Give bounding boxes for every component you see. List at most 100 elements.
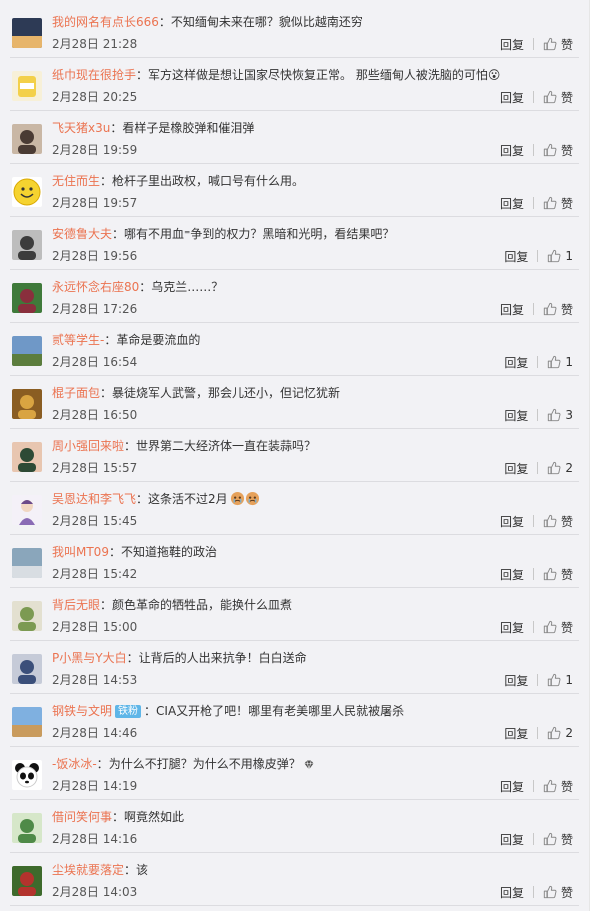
comment-username[interactable]: 纸巾现在很抢手 <box>52 68 136 82</box>
avatar-girl[interactable] <box>12 442 42 472</box>
like-button[interactable]: 赞 <box>543 619 573 636</box>
like-button[interactable]: 赞 <box>543 89 573 106</box>
comment-actions: 回复 赞 <box>500 778 573 794</box>
like-button[interactable]: 赞 <box>543 513 573 530</box>
reply-button[interactable]: 回复 <box>504 460 528 477</box>
reply-button[interactable]: 回复 <box>504 407 528 424</box>
like-button[interactable]: 2 <box>547 461 573 475</box>
comment-content: 纸巾现在很抢手：军方这样做是想让国家尽快恢复正常。 那些缅甸人被洗脑的可怕😮 <box>52 67 500 83</box>
comment-time: 2月28日 14:16 <box>52 832 138 846</box>
like-button[interactable]: 赞 <box>543 301 573 318</box>
avatar-smiley[interactable] <box>12 177 42 207</box>
comment-username[interactable]: 背后无眼 <box>52 598 100 612</box>
reply-button[interactable]: 回复 <box>504 354 528 371</box>
like-button[interactable]: 3 <box>547 408 573 422</box>
avatar-portrait[interactable] <box>12 124 42 154</box>
comment-colon: ： <box>100 174 113 188</box>
comment-username[interactable]: 棍子面包 <box>52 386 100 400</box>
like-button[interactable]: 1 <box>547 249 573 263</box>
comment-text: 啊竟然如此 <box>124 810 185 824</box>
reply-button[interactable]: 回复 <box>500 89 524 106</box>
avatar-sunset[interactable] <box>12 18 42 48</box>
like-button[interactable]: 1 <box>547 673 573 687</box>
like-count: 2 <box>565 461 573 475</box>
comment-item: 周小强回来啦：世界第二大经济体一直在装蒜吗？ 2月28日 15:57 回复 2 <box>10 429 579 482</box>
like-button[interactable]: 赞 <box>543 566 573 583</box>
comment-list-body: 我的网名有点长666：不知缅甸未来在哪？貌似比越南还穷 2月28日 21:28 … <box>0 5 589 906</box>
like-button[interactable]: 赞 <box>543 831 573 848</box>
avatar-car[interactable] <box>12 548 42 578</box>
comment-content: 我的网名有点长666：不知缅甸未来在哪？貌似比越南还穷 <box>52 14 363 30</box>
avatar-dogs[interactable] <box>12 601 42 631</box>
comment-username[interactable]: 安德鲁大夫 <box>52 227 112 241</box>
avatar-green-figure[interactable] <box>12 813 42 843</box>
comment-item: 棍子面包：暴徒烧军人武警，那会儿还小，但记忆犹新 2月28日 16:50 回复 … <box>10 376 579 429</box>
like-button[interactable]: 2 <box>547 726 573 740</box>
reply-button[interactable]: 回复 <box>500 566 524 583</box>
comment-time: 2月28日 15:57 <box>52 461 138 475</box>
avatar-flower[interactable] <box>12 283 42 313</box>
reply-button[interactable]: 回复 <box>500 195 524 212</box>
comment-username[interactable]: 无住而生 <box>52 174 100 188</box>
reply-button[interactable]: 回复 <box>500 36 524 53</box>
thumbs-up-icon <box>543 567 557 581</box>
like-button[interactable]: 赞 <box>543 195 573 212</box>
avatar-bw-portrait[interactable] <box>12 230 42 260</box>
avatar-person-blue[interactable] <box>12 654 42 684</box>
like-button[interactable]: 赞 <box>543 884 573 901</box>
like-button[interactable]: 赞 <box>543 36 573 53</box>
avatar-cartoon[interactable] <box>12 495 42 525</box>
comment-username[interactable]: 我叫MT09 <box>52 545 109 559</box>
crying-face-icon <box>230 491 260 510</box>
like-button[interactable]: 1 <box>547 355 573 369</box>
action-divider <box>532 144 534 156</box>
comment-text: 该 <box>136 863 149 877</box>
reply-button[interactable]: 回复 <box>500 142 524 159</box>
comment-actions: 回复 赞 <box>500 619 573 635</box>
fan-badge[interactable]: 铁粉 <box>115 705 142 718</box>
reply-button[interactable]: 回复 <box>504 725 528 742</box>
reply-button[interactable]: 回复 <box>504 672 528 689</box>
comment-content: 背后无眼：颜色革命的牺牲品，能换什么皿煮 <box>52 597 292 613</box>
comment-username[interactable]: P小黑与Y大白 <box>52 651 127 665</box>
comment-item: 背后无眼：颜色革命的牺牲品，能换什么皿煮 2月28日 15:00 回复 赞 <box>10 588 579 641</box>
avatar-yellow-can[interactable] <box>12 71 42 101</box>
comment-colon: ： <box>100 386 113 400</box>
comment-item: 尘埃就要落定：该 2月28日 14:03 回复 赞 <box>10 853 579 906</box>
comment-username[interactable]: 永远怀念右座80 <box>52 280 139 294</box>
reply-button[interactable]: 回复 <box>504 248 528 265</box>
comment-username[interactable]: 我的网名有点长666 <box>52 15 159 29</box>
comment-text: 让背后的人出来抗争！白白送命 <box>138 651 307 665</box>
reply-button[interactable]: 回复 <box>500 778 524 795</box>
comment-username[interactable]: 借问笑何事 <box>52 810 112 824</box>
comment-item: 纸巾现在很抢手：军方这样做是想让国家尽快恢复正常。 那些缅甸人被洗脑的可怕😮 2… <box>10 58 579 111</box>
reply-button[interactable]: 回复 <box>500 513 524 530</box>
comment-username[interactable]: 飞天猪x3u <box>52 121 110 135</box>
comment-content: 尘埃就要落定：该 <box>52 862 148 878</box>
reply-button[interactable]: 回复 <box>500 619 524 636</box>
avatar-red-flowers[interactable] <box>12 866 42 896</box>
avatar-landscape[interactable] <box>12 336 42 366</box>
comment-item: 无住而生：枪杆子里出政权，喊口号有什么用。 2月28日 19:57 回复 赞 <box>10 164 579 217</box>
like-count: 赞 <box>560 37 573 52</box>
comment-text: 为什么不打腿？为什么不用橡皮弹？ <box>108 757 301 771</box>
comment-username[interactable]: 钢铁与文明 <box>52 704 112 718</box>
comment-username[interactable]: -饭冰冰- <box>52 757 97 771</box>
avatar-cat[interactable] <box>12 389 42 419</box>
comment-username[interactable]: 吴恩达和李飞飞 <box>52 492 136 506</box>
comment-time: 2月28日 14:03 <box>52 885 138 899</box>
reply-button[interactable]: 回复 <box>500 831 524 848</box>
avatar-panda[interactable] <box>12 760 42 790</box>
comment-text: 枪杆子里出政权，喊口号有什么用。 <box>112 174 305 188</box>
comment-username[interactable]: 贰等学生- <box>52 333 104 347</box>
like-button[interactable]: 赞 <box>543 778 573 795</box>
comment-username[interactable]: 尘埃就要落定 <box>52 863 124 877</box>
comment-username[interactable]: 周小强回来啦 <box>52 439 124 453</box>
comment-content: 贰等学生-：革命是要流血的 <box>52 332 200 348</box>
reply-button[interactable]: 回复 <box>500 884 524 901</box>
comment-text: 颜色革命的牺牲品，能换什么皿煮 <box>112 598 293 612</box>
comment-text: CIA又开枪了吧！哪里有老美哪里人民就被屠杀 <box>156 704 405 718</box>
like-button[interactable]: 赞 <box>543 142 573 159</box>
reply-button[interactable]: 回复 <box>500 301 524 318</box>
avatar-sky[interactable] <box>12 707 42 737</box>
